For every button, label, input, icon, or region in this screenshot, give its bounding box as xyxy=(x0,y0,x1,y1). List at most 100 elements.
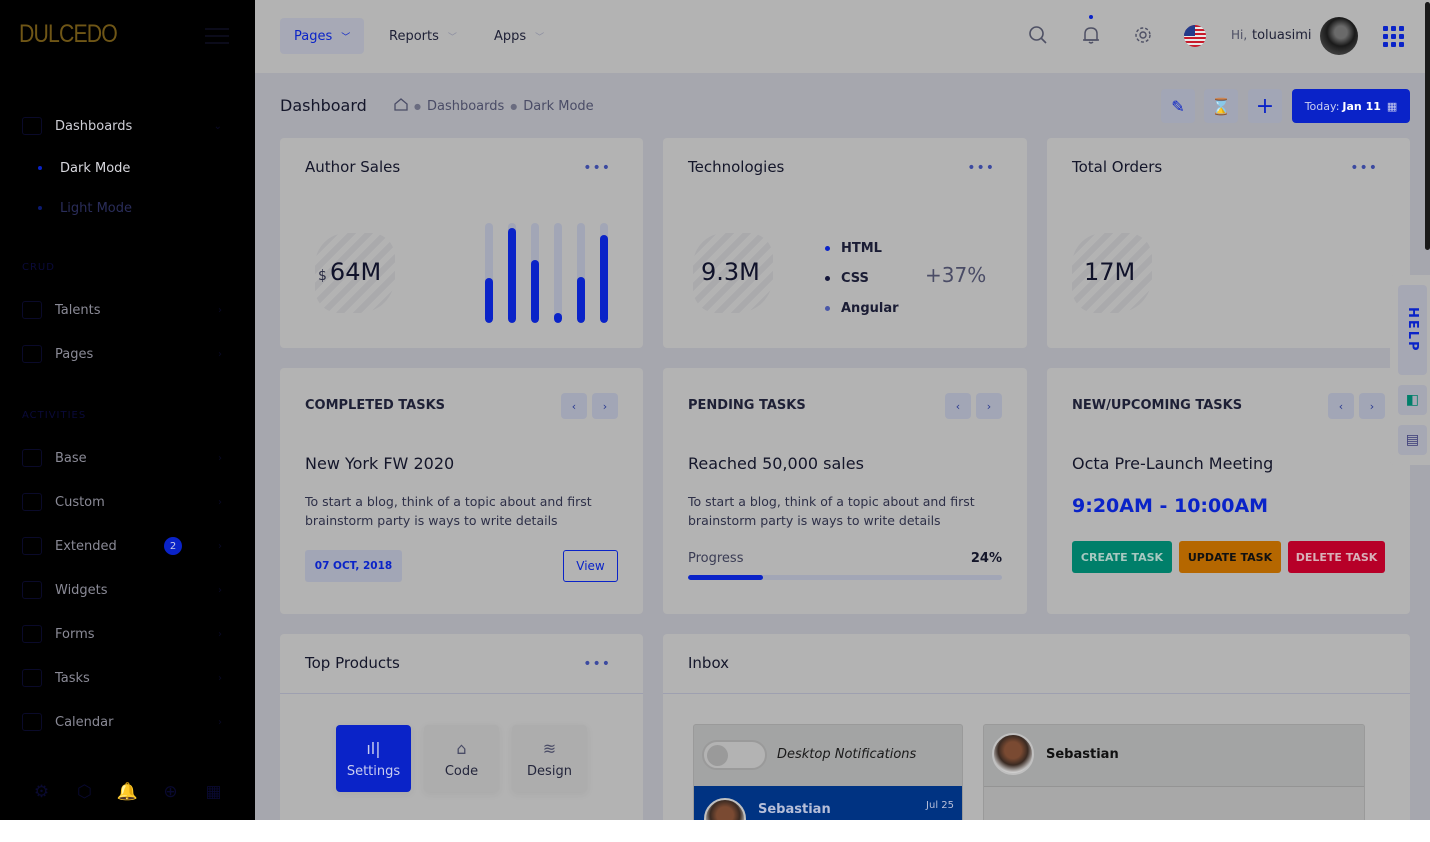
grid-icon xyxy=(22,449,42,467)
prev-icon[interactable]: ‹ xyxy=(1328,393,1354,419)
home-icon[interactable] xyxy=(394,98,408,115)
divider xyxy=(663,693,1410,694)
bell-icon[interactable]: 🔔 xyxy=(117,782,138,802)
inbox-list-item[interactable]: Sebastian Jul 25 xyxy=(694,786,962,820)
top-header: Pages ﹀ Reports ﹀ Apps ﹀ Hi, toluasimi xyxy=(255,0,1430,73)
gear-icon[interactable] xyxy=(1130,22,1156,48)
map-pin-icon: ⌂ xyxy=(456,738,467,758)
bell-icon[interactable] xyxy=(1078,15,1104,48)
sidebar-subitem-light-mode[interactable]: Light Mode xyxy=(38,196,132,220)
menu-label: Reports xyxy=(389,28,439,44)
create-task-button[interactable]: CREATE TASK xyxy=(1072,541,1172,573)
next-icon[interactable]: › xyxy=(1359,393,1385,419)
sales-mini-bar-chart xyxy=(485,223,608,323)
widgets-icon xyxy=(22,581,42,599)
page-icon xyxy=(22,345,42,363)
box-icon[interactable]: ⬡ xyxy=(75,782,95,802)
hourglass-button[interactable]: ⌛ xyxy=(1204,89,1238,123)
sidebar-item-dashboards[interactable]: Dashboards ⌄ xyxy=(22,111,232,141)
sidebar-item-widgets[interactable]: Widgets › xyxy=(22,575,232,605)
search-icon[interactable] xyxy=(1025,22,1051,48)
menu-toggle-icon[interactable] xyxy=(205,28,229,46)
task-date: 07 OCT, 2018 xyxy=(305,550,402,582)
greeting: Hi, xyxy=(1231,28,1248,42)
more-options-icon[interactable]: ••• xyxy=(967,160,995,176)
card-heading: COMPLETED TASKS xyxy=(305,398,446,413)
card-title: Author Sales xyxy=(305,158,401,176)
next-icon[interactable]: › xyxy=(592,393,618,419)
sidebar-item-talents[interactable]: Talents › xyxy=(22,295,232,325)
sidebar-item-calendar[interactable]: Calendar › xyxy=(22,707,232,737)
user-avatar[interactable] xyxy=(1320,17,1358,55)
plus-circle-icon[interactable]: ⊕ xyxy=(161,782,181,802)
chevron-right-icon: › xyxy=(218,672,222,684)
progress-bar xyxy=(688,575,1002,580)
username[interactable]: toluasimi xyxy=(1252,28,1312,43)
task-title: Reached 50,000 sales xyxy=(688,454,864,473)
today-date-button[interactable]: Today: Jan 11 ▦ xyxy=(1292,89,1410,123)
view-button[interactable]: View xyxy=(563,550,618,582)
menu-apps[interactable]: Apps ﹀ xyxy=(480,18,558,54)
sidebar-item-pages[interactable]: Pages › xyxy=(22,339,232,369)
count-badge: 2 xyxy=(164,537,182,555)
sidebar-item-label: Widgets xyxy=(55,582,108,598)
edit-note-button[interactable]: ✎ xyxy=(1161,89,1195,123)
update-task-button[interactable]: UPDATE TASK xyxy=(1179,541,1281,573)
mini-bar-fill xyxy=(485,278,493,323)
sidebar-item-tasks[interactable]: Tasks › xyxy=(22,663,232,693)
menu-pages[interactable]: Pages ﹀ xyxy=(280,18,365,54)
chat-support-icon[interactable]: ◧ xyxy=(1398,385,1427,415)
product-tile-code[interactable]: ⌂ Code xyxy=(424,725,499,792)
legend-label: HTML xyxy=(841,240,882,256)
next-icon[interactable]: › xyxy=(976,393,1002,419)
sidebar-item-extended[interactable]: Extended 2 › xyxy=(22,531,232,561)
sidebar-item-custom[interactable]: Custom › xyxy=(22,487,232,517)
product-tile-settings[interactable]: ıl| Settings xyxy=(336,725,411,792)
breadcrumb-link[interactable]: Dashboards xyxy=(427,99,504,114)
task-description: To start a blog, think of a topic about … xyxy=(305,494,592,528)
progress-fill xyxy=(688,575,764,580)
logo[interactable]: DULCEDO xyxy=(19,20,118,49)
more-options-icon[interactable]: ••• xyxy=(1350,160,1378,176)
apps-grid-icon[interactable] xyxy=(1383,26,1404,47)
chevron-down-icon: ⌄ xyxy=(213,120,222,132)
calendar-icon[interactable]: ▦ xyxy=(204,782,224,802)
inbox-list: Desktop Notifications Sebastian Jul 25 xyxy=(693,724,963,820)
delete-task-button[interactable]: DELETE TASK xyxy=(1288,541,1385,573)
prev-icon[interactable]: ‹ xyxy=(561,393,587,419)
message-date: Jul 25 xyxy=(926,800,954,811)
task-title: Octa Pre-Launch Meeting xyxy=(1072,454,1274,473)
gear-icon[interactable]: ⚙ xyxy=(32,782,52,802)
page-scrollbar[interactable] xyxy=(1425,2,1430,250)
pending-tasks-card: PENDING TASKS ‹ › Reached 50,000 sales To… xyxy=(663,368,1027,614)
menu-reports[interactable]: Reports ﹀ xyxy=(375,18,471,54)
plus-icon: + xyxy=(1255,93,1275,119)
sidebar-footer: ⚙ ⬡ 🔔 ⊕ ▦ xyxy=(0,782,255,802)
more-options-icon[interactable]: ••• xyxy=(583,656,611,672)
legend-dot xyxy=(825,245,830,251)
technologies-card: Technologies ••• 9.3M HTML CSS Angular +37… xyxy=(663,138,1027,348)
breadcrumb-link[interactable]: Dark Mode xyxy=(523,99,593,114)
author-sales-card: Author Sales ••• $64M xyxy=(280,138,643,348)
layers-icon: ≋ xyxy=(542,738,557,758)
prev-icon[interactable]: ‹ xyxy=(945,393,971,419)
sidebar-item-forms[interactable]: Forms › xyxy=(22,619,232,649)
us-flag-icon[interactable] xyxy=(1184,25,1206,47)
puzzle-icon xyxy=(22,537,42,555)
desktop-notifications-toggle[interactable] xyxy=(702,740,767,770)
document-icon[interactable]: ▤ xyxy=(1398,425,1427,455)
mini-bar xyxy=(531,223,539,323)
card-title: Inbox xyxy=(688,654,730,672)
more-options-icon[interactable]: ••• xyxy=(583,160,611,176)
product-tile-design[interactable]: ≋ Design xyxy=(512,725,587,792)
sidebar-subitem-dark-mode[interactable]: Dark Mode xyxy=(38,156,130,180)
help-button[interactable]: HELP xyxy=(1398,285,1427,375)
mini-bar xyxy=(577,223,585,323)
card-heading: PENDING TASKS xyxy=(688,398,806,413)
mini-bar xyxy=(508,223,516,323)
today-value: Jan 11 xyxy=(1342,99,1381,113)
add-button[interactable]: + xyxy=(1248,89,1282,123)
section-title-crud: CRUD xyxy=(22,262,55,273)
card-title: Technologies xyxy=(688,158,785,176)
sidebar-item-base[interactable]: Base › xyxy=(22,443,232,473)
